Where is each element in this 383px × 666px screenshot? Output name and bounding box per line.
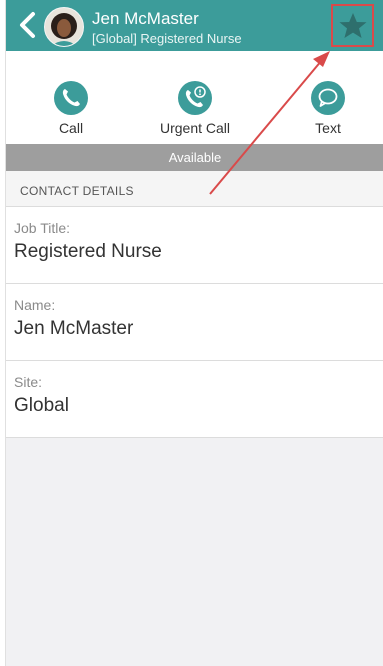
text-circle [311,81,345,115]
urgent-call-button[interactable]: Urgent Call [140,51,250,144]
contact-screen: Jen McMaster [Global] Registered Nurse C… [5,0,383,666]
detail-value: Registered Nurse [14,241,162,262]
section-title: CONTACT DETAILS [20,184,134,198]
contact-name: Jen McMaster [92,9,199,28]
star-icon [339,13,367,38]
detail-key: Name: [14,297,56,313]
detail-value: Global [14,395,69,416]
favorite-button[interactable] [331,4,374,47]
detail-row-job-title: Job Title: Registered Nurse [6,207,383,284]
text-button[interactable]: Text [273,51,383,144]
contact-subtitle: [Global] Registered Nurse [92,31,242,46]
text-label: Text [315,120,341,136]
avatar [44,7,84,47]
section-header: CONTACT DETAILS [6,171,383,207]
availability-status: Available [6,144,383,171]
detail-key: Job Title: [14,220,71,236]
person-photo-icon [51,13,77,46]
back-button[interactable] [16,11,38,39]
chevron-left-icon [20,12,35,38]
detail-row-site: Site: Global [6,361,383,438]
call-circle [54,81,88,115]
urgent-call-circle [178,81,212,115]
detail-value: Jen McMaster [14,318,134,339]
action-bar: Call Urgent Call Text [6,51,383,144]
urgent-phone-icon [185,86,206,108]
detail-key: Site: [14,374,43,390]
chat-bubble-icon [318,88,338,107]
call-button[interactable]: Call [16,51,126,144]
call-label: Call [58,120,84,136]
phone-icon [62,89,80,107]
urgent-call-label: Urgent Call [159,120,231,136]
top-bar: Jen McMaster [Global] Registered Nurse [6,0,383,51]
detail-row-name: Name: Jen McMaster [6,284,383,361]
